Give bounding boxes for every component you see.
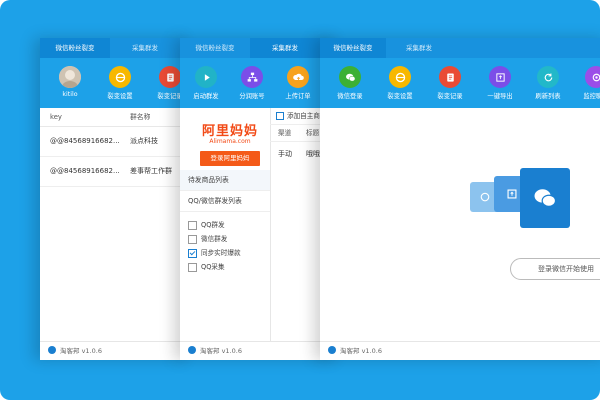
refresh-label: 刷新列表 <box>535 93 561 100</box>
tab-fission[interactable]: 微信粉丝裂变 <box>320 38 386 58</box>
checkbox-box[interactable] <box>188 220 197 230</box>
alimama-login-button[interactable]: 登录阿里妈妈 <box>200 151 260 166</box>
sidebar-item-mass-send-list[interactable]: QQ/微信群发列表 <box>180 191 270 212</box>
export-label: 一键导出 <box>487 93 513 100</box>
wechat-login-button[interactable]: 微信登录 <box>330 66 370 100</box>
refresh-icon <box>537 66 559 88</box>
group-table: key 群名称 @@84568916682... 派点科技 @@84568916… <box>40 108 190 187</box>
refresh-button[interactable]: 刷新列表 <box>528 66 568 100</box>
account-label: kitilo <box>62 91 78 98</box>
checkbox-box[interactable] <box>188 262 197 272</box>
row-key: @@84568916682... <box>50 137 120 145</box>
alimama-domain: Alimama.com <box>209 138 251 145</box>
column-header-group-name: 群名称 <box>130 113 151 121</box>
app-window-3: 微信粉丝裂变 采集群发 微信登录 裂变设置 裂变记录 一键导出 刷新列表 监控聊… <box>320 38 600 360</box>
tab-collect-send[interactable]: 采集群发 <box>250 38 320 58</box>
add-goods-label: 添加自主商 <box>287 112 320 120</box>
toolbar: 启动群发 分润账号 上传订单 <box>180 58 340 108</box>
status-bar: 淘客邦 v1.0.6 <box>40 341 190 360</box>
avatar-photo-icon <box>59 66 81 88</box>
checkbox-wechat-send[interactable]: 微信群发 <box>188 232 241 246</box>
fission-icon <box>109 66 131 88</box>
start-mass-send-label: 启动群发 <box>193 93 219 100</box>
app-logo-icon <box>188 346 196 354</box>
version-text: 淘客邦 v1.0.6 <box>60 347 102 355</box>
column-header-key: key <box>50 113 62 121</box>
sidebar-list: 待发商品列表 QQ/微信群发列表 <box>180 170 270 212</box>
row-channel: 手动 <box>278 150 292 158</box>
column-header-channel: 渠道 <box>278 129 292 137</box>
sidebar-item-pending-goods[interactable]: 待发商品列表 <box>180 170 270 191</box>
fission-icon <box>389 66 411 88</box>
checkbox-qq-collect[interactable]: QQ采集 <box>188 260 241 274</box>
alimama-logo: 阿里妈妈 <box>201 124 258 139</box>
status-bar: 淘客邦 v1.0.6 <box>180 341 340 360</box>
title-bar: 微信粉丝裂变 采集群发 <box>320 38 600 58</box>
fission-settings-button[interactable]: 裂变设置 <box>380 66 420 100</box>
app-window-2: 微信粉丝裂变 采集群发 启动群发 分润账号 上传订单 阿里妈妈 Alimama.… <box>180 38 340 360</box>
checkbox-label: 同步实时爆款 <box>201 249 241 257</box>
monitor-chat-button[interactable]: 监控聊天 <box>576 66 600 100</box>
start-mass-send-button[interactable]: 启动群发 <box>186 66 226 100</box>
version-text: 淘客邦 v1.0.6 <box>340 347 382 355</box>
checkbox-label: QQ采集 <box>201 263 225 271</box>
fission-settings-label: 裂变设置 <box>387 93 413 100</box>
status-bar: 淘客邦 v1.0.6 <box>320 341 600 360</box>
alimama-panel: 阿里妈妈 Alimama.com 登录阿里妈妈 <box>188 120 272 166</box>
option-checkboxes: QQ群发 微信群发 同步实时爆款 QQ采集 <box>188 218 241 274</box>
checkbox-box[interactable] <box>188 234 197 244</box>
record-icon <box>159 66 181 88</box>
row-title: 哦哦 <box>306 150 320 158</box>
row-group-name: 派点科技 <box>130 137 158 145</box>
record-icon <box>439 66 461 88</box>
row-group-name: 差事帮工作群 <box>130 167 172 175</box>
fission-settings-button[interactable]: 裂变设置 <box>100 66 140 100</box>
app-logo-icon <box>328 346 336 354</box>
account-button[interactable]: kitilo <box>50 66 90 98</box>
wechat-login-start-button[interactable]: 登录微信开始使用 <box>510 258 600 280</box>
app-window-1: 微信粉丝裂变 采集群发 kitilo 裂变设置 裂变记录 key 群名称 @@8… <box>40 38 190 360</box>
tab-collect-send[interactable]: 采集群发 <box>386 38 452 58</box>
upload-order-button[interactable]: 上传订单 <box>278 66 318 100</box>
checkbox-label: QQ群发 <box>201 221 225 229</box>
column-header-title: 标题 <box>306 129 320 137</box>
upload-cloud-icon <box>287 66 309 88</box>
wechat-tile-icon <box>520 168 570 228</box>
export-button[interactable]: 一键导出 <box>480 66 520 100</box>
profit-account-label: 分润账号 <box>239 93 265 100</box>
table-header: key 群名称 <box>40 108 190 127</box>
table-row[interactable]: @@84568916682... 派点科技 <box>40 127 190 157</box>
table-row[interactable]: @@84568916682... 差事帮工作群 <box>40 157 190 187</box>
checkbox-qq-send[interactable]: QQ群发 <box>188 218 241 232</box>
play-icon <box>195 66 217 88</box>
fission-record-label: 裂变记录 <box>437 93 463 100</box>
profit-account-button[interactable]: 分润账号 <box>232 66 272 100</box>
title-bar: 微信粉丝裂变 采集群发 <box>180 38 340 58</box>
tab-fission[interactable]: 微信粉丝裂变 <box>180 38 250 58</box>
tab-fission[interactable]: 微信粉丝裂变 <box>40 38 110 58</box>
fission-settings-label: 裂变设置 <box>107 93 133 100</box>
title-bar: 微信粉丝裂变 采集群发 <box>40 38 190 58</box>
version-text: 淘客邦 v1.0.6 <box>200 347 242 355</box>
app-logo-icon <box>48 346 56 354</box>
fission-record-button[interactable]: 裂变记录 <box>430 66 470 100</box>
monitor-icon <box>585 66 600 88</box>
toolbar: 微信登录 裂变设置 裂变记录 一键导出 刷新列表 监控聊 <box>320 58 600 108</box>
add-icon <box>276 112 284 120</box>
avatar <box>59 66 81 88</box>
sitemap-icon <box>241 66 263 88</box>
monitor-chat-label: 监控聊天 <box>583 93 600 100</box>
checkbox-label: 微信群发 <box>201 235 228 243</box>
checkbox-sync-hot[interactable]: 同步实时爆款 <box>188 246 241 260</box>
row-key: @@84568916682... <box>50 167 120 175</box>
export-icon <box>489 66 511 88</box>
toolbar: kitilo 裂变设置 裂变记录 <box>40 58 190 108</box>
wechat-icon <box>339 66 361 88</box>
screenshot-canvas: 微信粉丝裂变 采集群发 kitilo 裂变设置 裂变记录 key 群名称 @@8… <box>0 0 600 400</box>
checkbox-box-checked[interactable] <box>188 248 197 258</box>
wechat-login-label: 微信登录 <box>337 93 363 100</box>
upload-order-label: 上传订单 <box>285 93 311 100</box>
tab-collect-send[interactable]: 采集群发 <box>110 38 180 58</box>
